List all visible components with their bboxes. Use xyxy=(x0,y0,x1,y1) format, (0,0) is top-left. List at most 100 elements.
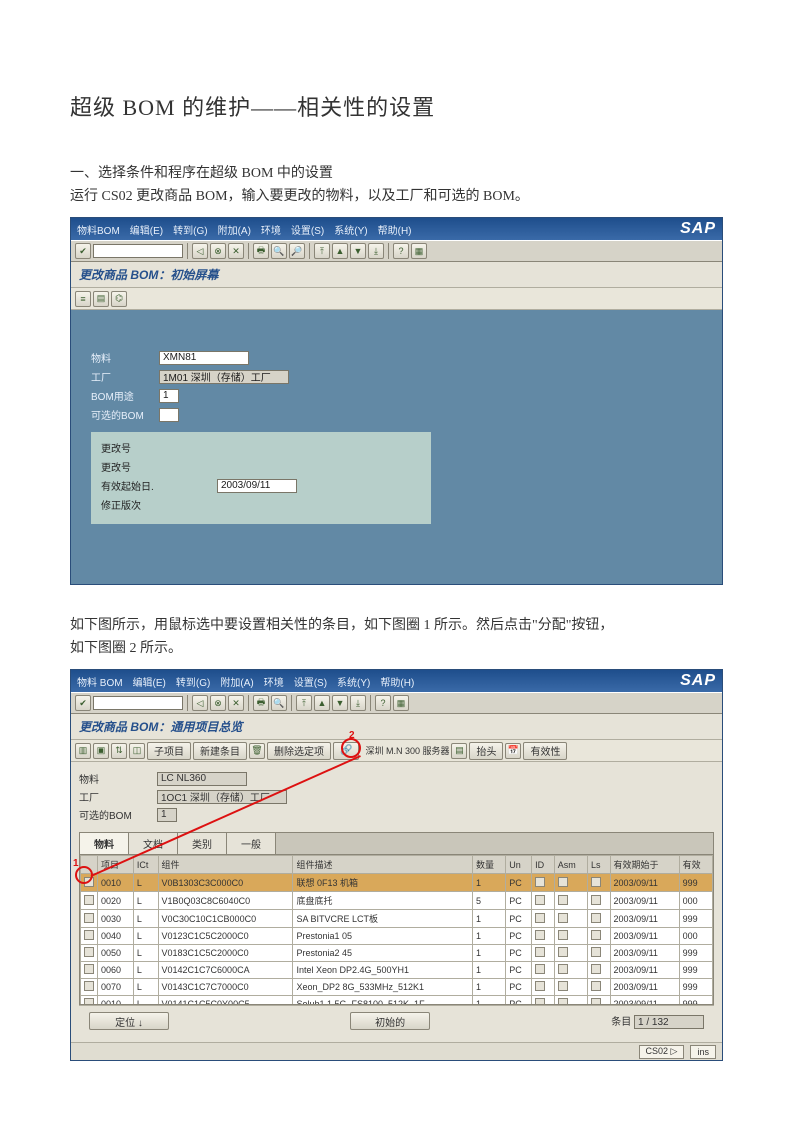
menu-item[interactable]: 帮助(H) xyxy=(380,674,414,689)
row-select-checkbox[interactable] xyxy=(84,964,94,974)
select-icon[interactable]: ▣ xyxy=(93,743,109,759)
flag-checkbox[interactable] xyxy=(558,998,568,1005)
row-select-checkbox[interactable] xyxy=(84,930,94,940)
save-icon[interactable]: ✔ xyxy=(75,695,91,711)
row-select-checkbox[interactable] xyxy=(84,981,94,991)
find-icon[interactable]: 🔍 xyxy=(271,243,287,259)
menu-item[interactable]: 附加(A) xyxy=(220,674,253,689)
flag-checkbox[interactable] xyxy=(535,895,545,905)
column-header[interactable]: 项目 xyxy=(98,856,134,874)
validfrom-input[interactable]: 2003/09/11 xyxy=(217,479,297,493)
flag-checkbox[interactable] xyxy=(558,930,568,940)
print-icon[interactable]: 🖶 xyxy=(253,695,269,711)
flag-checkbox[interactable] xyxy=(591,947,601,957)
find-next-icon[interactable]: 🔎 xyxy=(289,243,305,259)
table-row[interactable]: 0010LV0141C1C5C0Y00C5Solub1 1.5G_FS8100_… xyxy=(81,996,713,1006)
flag-checkbox[interactable] xyxy=(591,998,601,1005)
column-header[interactable]: Ls xyxy=(587,856,610,874)
table-row[interactable]: 0020LV1B0Q03C8C6040C0底盘底托5PC2003/09/1100… xyxy=(81,892,713,910)
menu-item[interactable]: 设置(S) xyxy=(291,222,324,237)
flag-checkbox[interactable] xyxy=(591,913,601,923)
tcode-input[interactable] xyxy=(93,696,183,710)
menu-item[interactable]: 附加(A) xyxy=(218,222,251,237)
find-icon[interactable]: 🔍 xyxy=(271,695,287,711)
sort-icon[interactable]: ⇅ xyxy=(111,743,127,759)
flag-checkbox[interactable] xyxy=(558,964,568,974)
flag-checkbox[interactable] xyxy=(591,930,601,940)
usage-input[interactable]: 1 xyxy=(159,389,179,403)
alt-bom-input[interactable] xyxy=(159,408,179,422)
flag-checkbox[interactable] xyxy=(535,964,545,974)
graph-icon[interactable]: ◫ xyxy=(129,743,145,759)
flag-checkbox[interactable] xyxy=(591,981,601,991)
validity-icon[interactable]: 📅 xyxy=(505,743,521,759)
subitem-button[interactable]: 子项目 xyxy=(147,742,191,760)
validity-button[interactable]: 有效性 xyxy=(523,742,567,760)
menu-item[interactable]: 转到(G) xyxy=(173,222,207,237)
header-button[interactable]: 抬头 xyxy=(469,742,503,760)
menu-item[interactable]: 帮助(H) xyxy=(378,222,412,237)
table-row[interactable]: 0070LV0143C1C7C7000C0Xeon_DP2 8G_533MHz_… xyxy=(81,979,713,996)
position-button[interactable]: 定位 ↓ xyxy=(89,1012,169,1030)
menu-item[interactable]: 系统(Y) xyxy=(337,674,370,689)
flag-checkbox[interactable] xyxy=(535,930,545,940)
menu-item[interactable]: 物料BOM xyxy=(77,222,120,237)
menu-item[interactable]: 编辑(E) xyxy=(133,674,166,689)
row-select-checkbox[interactable] xyxy=(84,895,94,905)
tab-document[interactable]: 文档 xyxy=(129,833,178,854)
menu-item[interactable]: 编辑(E) xyxy=(130,222,163,237)
menu-item[interactable]: 环境 xyxy=(264,674,284,689)
delete-icon[interactable]: 🗑 xyxy=(249,743,265,759)
new-entry-button[interactable]: 新建条目 xyxy=(193,742,247,760)
menu-item[interactable]: 转到(G) xyxy=(176,674,210,689)
flag-checkbox[interactable] xyxy=(591,964,601,974)
help-icon[interactable]: ? xyxy=(393,243,409,259)
back-icon[interactable]: ◁ xyxy=(192,243,208,259)
column-header[interactable]: 数量 xyxy=(473,856,506,874)
row-select-checkbox[interactable] xyxy=(84,913,94,923)
last-page-icon[interactable]: ⤓ xyxy=(350,695,366,711)
flag-checkbox[interactable] xyxy=(558,981,568,991)
flag-checkbox[interactable] xyxy=(591,895,601,905)
flag-checkbox[interactable] xyxy=(558,877,568,887)
menu-item[interactable]: 系统(Y) xyxy=(334,222,367,237)
help-icon[interactable]: ? xyxy=(375,695,391,711)
menu-item[interactable]: 环境 xyxy=(261,222,281,237)
column-header[interactable]: Asm xyxy=(554,856,587,874)
table-row[interactable]: 0030LV0C30C10C1CB000C0SA BITVCRE LCT板1PC… xyxy=(81,910,713,928)
layout-icon[interactable]: ▦ xyxy=(393,695,409,711)
column-header[interactable]: 有效 xyxy=(679,856,712,874)
column-header[interactable]: 有效期始于 xyxy=(610,856,679,874)
flag-checkbox[interactable] xyxy=(535,947,545,957)
menu-item[interactable]: 物料 BOM xyxy=(77,674,123,689)
last-page-icon[interactable]: ⤓ xyxy=(368,243,384,259)
cancel-icon[interactable]: ✕ xyxy=(228,243,244,259)
prev-page-icon[interactable]: ▲ xyxy=(332,243,348,259)
first-page-icon[interactable]: ⤒ xyxy=(296,695,312,711)
exit-icon[interactable]: ⊗ xyxy=(210,243,226,259)
assign-button[interactable]: 🔗 xyxy=(333,742,359,760)
delete-selected-button[interactable]: 删除选定项 xyxy=(267,742,331,760)
tree-icon[interactable]: ⌬ xyxy=(111,291,127,307)
next-page-icon[interactable]: ▼ xyxy=(332,695,348,711)
table-row[interactable]: 0060LV0142C1C7C6000CAIntel Xeon DP2.4G_5… xyxy=(81,962,713,979)
table-row[interactable]: 0010LV0B1303C3C000C0联想 0F13 机箱1PC2003/09… xyxy=(81,874,713,892)
flag-checkbox[interactable] xyxy=(591,877,601,887)
row-select-checkbox[interactable] xyxy=(84,877,94,887)
save-icon[interactable]: ✔ xyxy=(75,243,91,259)
next-page-icon[interactable]: ▼ xyxy=(350,243,366,259)
print-icon[interactable]: 🖶 xyxy=(253,243,269,259)
table-row[interactable]: 0050LV0183C1C5C2000C0Prestonia2 451PC200… xyxy=(81,945,713,962)
layout-icon[interactable]: ▦ xyxy=(411,243,427,259)
row-select-checkbox[interactable] xyxy=(84,998,94,1005)
tab-class[interactable]: 类别 xyxy=(178,833,227,854)
row-select-checkbox[interactable] xyxy=(84,947,94,957)
column-header[interactable]: ICt xyxy=(133,856,158,874)
tab-general[interactable]: 一般 xyxy=(227,833,276,854)
flag-checkbox[interactable] xyxy=(558,895,568,905)
tcode-input[interactable] xyxy=(93,244,183,258)
column-header[interactable]: 组件描述 xyxy=(293,856,473,874)
flag-checkbox[interactable] xyxy=(558,913,568,923)
cancel-icon[interactable]: ✕ xyxy=(228,695,244,711)
sap-menu[interactable]: 物料BOM 编辑(E) 转到(G) 附加(A) 环境 设置(S) 系统(Y) 帮… xyxy=(77,222,412,237)
